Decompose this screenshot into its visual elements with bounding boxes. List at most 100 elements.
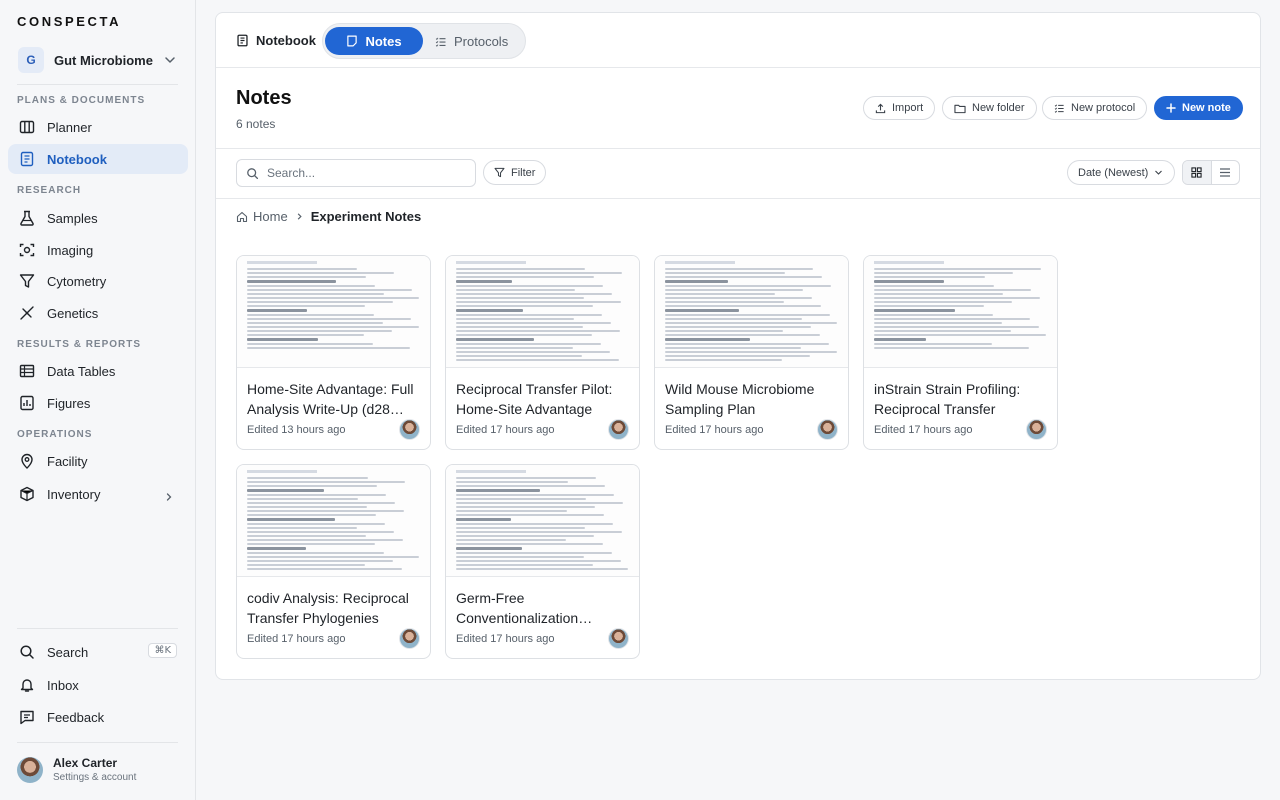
note-title: inStrain Strain Profiling: Reciprocal Tr… — [874, 381, 1021, 417]
user-account[interactable]: Alex Carter Settings & account — [17, 756, 136, 783]
new-note-button[interactable]: New note — [1154, 96, 1243, 120]
tab-notebook[interactable]: Notebook — [236, 33, 316, 48]
preview-line — [247, 527, 357, 529]
new-folder-button[interactable]: New folder — [942, 96, 1037, 120]
sidebar-item-genetics[interactable]: Genetics — [8, 298, 188, 328]
page-header: Notes 6 notes Import New folder New prot… — [216, 69, 1260, 149]
box-icon — [18, 485, 36, 503]
preview-line — [456, 276, 594, 278]
table-icon — [18, 362, 36, 380]
preview-line — [665, 276, 822, 278]
preview-line — [456, 359, 619, 361]
note-card[interactable]: codiv Analysis: Reciprocal Transfer Phyl… — [236, 464, 431, 659]
note-title: Reciprocal Transfer Pilot: Home-Site Adv… — [456, 381, 613, 417]
note-title: Wild Mouse Microbiome Sampling Plan — [665, 381, 815, 417]
note-preview — [864, 256, 1057, 368]
tab-segment: Notes Protocols — [322, 23, 526, 59]
chevron-down-icon — [164, 53, 176, 71]
note-card[interactable]: Reciprocal Transfer Pilot: Home-Site Adv… — [445, 255, 640, 450]
tab-bar: Notebook Notes Protocols — [216, 13, 1260, 68]
workspace-name: Gut Microbiome Lab — [54, 52, 154, 68]
tab-protocols[interactable]: Protocols — [435, 34, 508, 49]
note-card[interactable]: Germ-Free Conventionalization Timecourse… — [445, 464, 640, 659]
sidebar-item-cytometry[interactable]: Cytometry — [8, 266, 188, 296]
preview-line — [874, 297, 1040, 299]
preview-line — [456, 301, 621, 303]
filter-button[interactable]: Filter — [483, 160, 547, 185]
notebook-icon — [18, 150, 36, 168]
preview-line — [456, 481, 568, 483]
preview-line — [665, 297, 812, 299]
sidebar-item-notebook[interactable]: Notebook — [8, 144, 188, 174]
preview-line — [247, 305, 365, 307]
preview-line — [665, 355, 810, 357]
preview-line — [456, 518, 511, 521]
search-icon — [246, 167, 259, 180]
preview-heading — [874, 261, 944, 264]
preview-line — [874, 343, 992, 345]
bell-icon — [18, 676, 36, 694]
preview-line — [247, 297, 419, 299]
preview-line — [247, 502, 395, 504]
preview-line — [247, 481, 405, 483]
avatar — [817, 419, 838, 440]
sort-label: Date (Newest) — [1078, 166, 1149, 179]
chevron-right-icon — [164, 489, 174, 507]
search-icon — [18, 643, 36, 661]
preview-line — [247, 318, 411, 320]
preview-line — [874, 289, 1031, 291]
folder-plus-icon — [954, 103, 966, 114]
preview-line — [247, 272, 394, 274]
user-settings-link: Settings & account — [53, 772, 137, 783]
preview-line — [665, 272, 785, 274]
preview-line — [456, 568, 628, 570]
preview-heading — [456, 470, 526, 473]
grid-view-button[interactable] — [1183, 161, 1212, 184]
sidebar-item-samples[interactable]: Samples — [8, 203, 188, 233]
sidebar-search[interactable]: Search ⌘K — [8, 637, 188, 667]
sidebar-divider — [17, 84, 178, 85]
sidebar-item-facility[interactable]: Facility — [8, 446, 188, 476]
search-input[interactable] — [267, 166, 457, 180]
list-view-button[interactable] — [1212, 161, 1240, 184]
sidebar-item-figures[interactable]: Figures — [8, 388, 188, 418]
preview-line — [247, 477, 368, 479]
breadcrumb-home[interactable]: Home — [236, 209, 288, 224]
preview-line — [456, 560, 621, 562]
preview-line — [456, 494, 614, 496]
preview-line — [456, 272, 622, 274]
preview-line — [247, 489, 324, 492]
sidebar-feedback[interactable]: Feedback — [8, 702, 188, 732]
calendar-columns-icon — [18, 118, 36, 136]
sidebar-item-label: Data Tables — [47, 363, 116, 379]
preview-line — [456, 506, 595, 508]
note-card[interactable]: Wild Mouse Microbiome Sampling Plan Edit… — [654, 255, 849, 450]
sidebar-inbox[interactable]: Inbox — [8, 670, 188, 700]
sort-select[interactable]: Date (Newest) — [1067, 160, 1175, 185]
sidebar-item-inventory[interactable]: Inventory — [8, 479, 188, 509]
page-title: Notes — [236, 87, 292, 109]
sidebar-item-label: Feedback — [47, 709, 105, 725]
sidebar-item-data-tables[interactable]: Data Tables — [8, 356, 188, 386]
import-button[interactable]: Import — [863, 96, 936, 120]
new-protocol-button[interactable]: New protocol — [1042, 96, 1148, 120]
preview-line — [247, 343, 373, 345]
preview-line — [456, 330, 620, 332]
sidebar-item-planner[interactable]: Planner — [8, 112, 188, 142]
preview-line — [665, 338, 750, 341]
avatar — [1026, 419, 1047, 440]
sidebar-item-label: Facility — [47, 453, 88, 469]
workspace-switcher[interactable]: G Gut Microbiome Lab — [8, 44, 188, 76]
sidebar-item-imaging[interactable]: Imaging — [8, 235, 188, 265]
preview-line — [456, 556, 584, 558]
note-preview — [237, 256, 430, 368]
preview-line — [874, 330, 1011, 332]
note-card[interactable]: Home-Site Advantage: Full Analysis Write… — [236, 255, 431, 450]
preview-heading — [456, 261, 526, 264]
sidebar-item-label: Inventory — [47, 486, 101, 502]
preview-line — [247, 293, 384, 295]
chevron-right-icon — [295, 212, 304, 221]
preview-line — [874, 322, 1002, 324]
tab-notes[interactable]: Notes — [325, 27, 423, 55]
note-card[interactable]: inStrain Strain Profiling: Reciprocal Tr… — [863, 255, 1058, 450]
